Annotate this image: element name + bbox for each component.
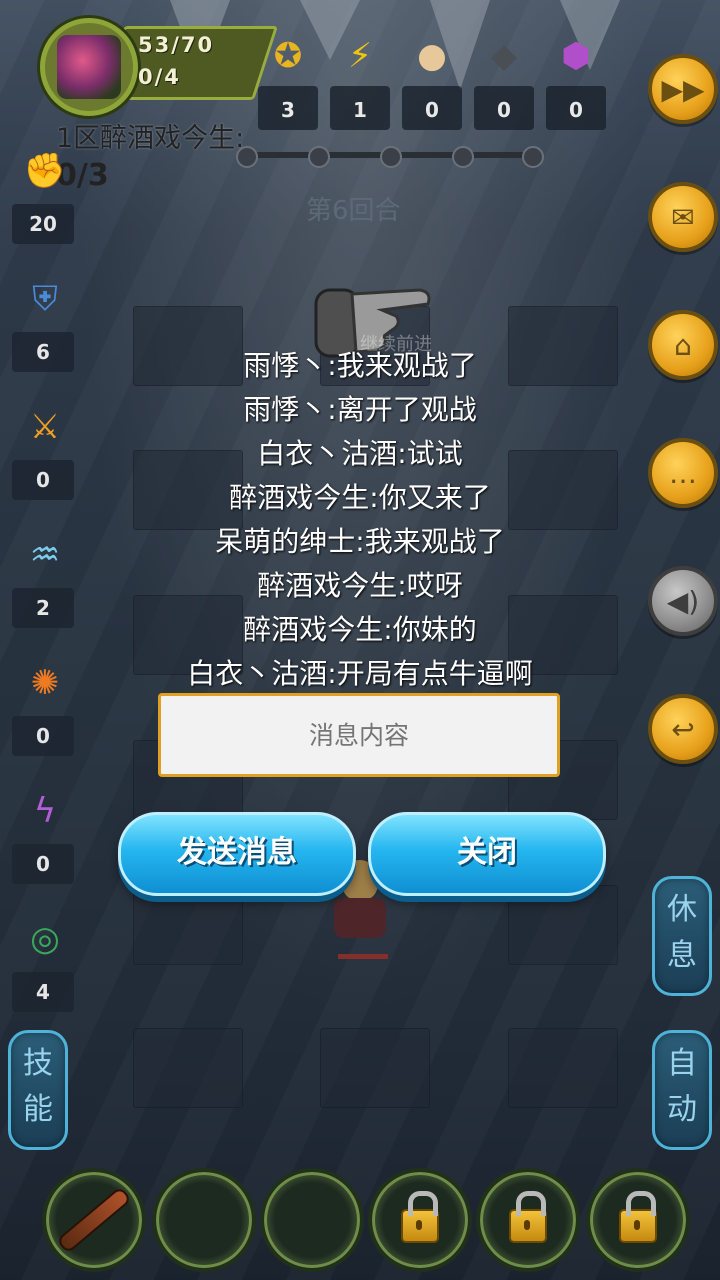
close-button[interactable]: 关闭	[368, 812, 606, 896]
mail-icon: ✉	[671, 200, 695, 234]
gold-coin-icon: ✪	[273, 36, 303, 76]
lock-icon	[401, 1191, 439, 1243]
stage-progress-node	[308, 146, 330, 168]
currency-value: 0	[474, 86, 534, 130]
lock-icon	[619, 1191, 657, 1243]
item-count: 0	[12, 844, 74, 884]
spiked-club-icon	[58, 1188, 130, 1252]
chat-message: 呆萌的绅士:我来观战了	[215, 525, 505, 558]
skill-slot-locked[interactable]	[368, 1168, 472, 1272]
send-message-button[interactable]: 发送消息	[118, 812, 356, 896]
chat-message: 醉酒戏今生:你又来了	[229, 481, 491, 514]
stage-progress-node	[236, 146, 258, 168]
currency-value: 0	[546, 86, 606, 130]
stage-title: 1区醉酒戏今生:	[56, 123, 245, 154]
chat-message: 白衣丶沽酒:开局有点牛逼啊	[187, 657, 533, 690]
chat-message: 白衣丶沽酒:试试	[257, 437, 463, 470]
player-progress: 0/4	[138, 65, 181, 89]
iron-ingot-icon: ◆	[490, 36, 518, 76]
skill-tab[interactable]: 技 能	[8, 1030, 68, 1150]
chat-message: 雨悸丶:我来观战了	[243, 349, 477, 382]
round-label: 第6回合	[306, 196, 401, 226]
chat-message: 醉酒戏今生:你妹的	[243, 613, 477, 646]
fist-icon[interactable]: ✊	[20, 146, 70, 196]
skill-slot-locked[interactable]	[586, 1168, 690, 1272]
item-count: 0	[12, 716, 74, 756]
dumpling-icon: ●	[417, 36, 447, 76]
item-count: 4	[12, 972, 74, 1012]
chat-message: 醉酒戏今生:哎呀	[257, 569, 463, 602]
return-button[interactable]: ↩	[648, 694, 718, 764]
lightning-bolt-icon[interactable]: ϟ	[20, 786, 70, 836]
player-avatar[interactable]	[40, 18, 138, 116]
lock-icon	[509, 1191, 547, 1243]
auto-tab[interactable]: 自 动	[652, 1030, 712, 1150]
green-ring-icon[interactable]: ◎	[20, 914, 70, 964]
stage-progress-node	[522, 146, 544, 168]
currency-value: 3	[258, 86, 318, 130]
skill-slot-weapon[interactable]	[42, 1168, 146, 1272]
mail-button[interactable]: ✉	[648, 182, 718, 252]
skill-slot-empty[interactable]	[152, 1168, 256, 1272]
fast-forward-icon: ▶▶	[661, 72, 705, 106]
message-input[interactable]	[158, 693, 560, 777]
fast-forward-button[interactable]: ▶▶	[648, 54, 718, 124]
currency-value: 0	[402, 86, 462, 130]
crystal-icon: ⬢	[561, 36, 591, 76]
shield-icon[interactable]: ⛨	[20, 274, 70, 324]
return-icon: ↩	[671, 712, 695, 746]
lightning-icon: ⚡	[348, 36, 372, 76]
skill-slot-empty[interactable]	[260, 1168, 364, 1272]
player-hp: 53/70	[138, 33, 215, 57]
rest-tab[interactable]: 休 息	[652, 876, 712, 996]
skill-slot-locked[interactable]	[476, 1168, 580, 1272]
item-count: 20	[12, 204, 74, 244]
stage-progress-node	[380, 146, 402, 168]
chat-message: 雨悸丶:离开了观战	[243, 393, 477, 426]
currency-value: 1	[330, 86, 390, 130]
stage-progress-node	[452, 146, 474, 168]
